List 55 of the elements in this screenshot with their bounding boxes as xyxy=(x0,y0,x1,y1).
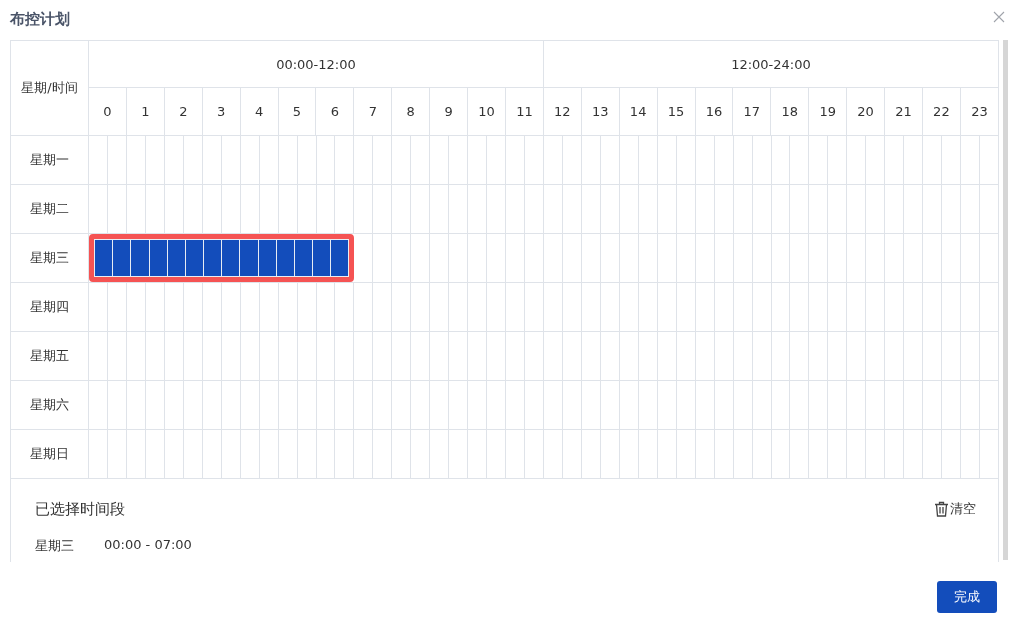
header-cell: 23 xyxy=(960,87,999,136)
header-cell: 8 xyxy=(391,87,430,136)
time-slot[interactable] xyxy=(95,240,113,276)
header-cell: 10 xyxy=(467,87,506,136)
day-label: 星期五 xyxy=(30,347,69,365)
header-cell: 12 xyxy=(543,87,582,136)
header-cell: 5 xyxy=(278,87,316,136)
time-slot[interactable] xyxy=(331,240,349,276)
header-cell: 0 xyxy=(88,87,127,136)
header-cell: 12:00-24:00 xyxy=(543,40,999,88)
header-cell: 7 xyxy=(353,87,392,136)
time-slot[interactable] xyxy=(313,240,331,276)
header-cell: 16 xyxy=(695,87,733,136)
scrollbar[interactable] xyxy=(1003,40,1008,560)
header-cell: 17 xyxy=(732,87,771,136)
header-cell: 13 xyxy=(581,87,620,136)
panel-title: 已选择时间段 xyxy=(35,499,125,519)
header-cell: 20 xyxy=(846,87,885,136)
entry-day: 星期三 xyxy=(35,537,74,555)
time-slot[interactable] xyxy=(113,240,131,276)
day-label: 星期四 xyxy=(30,298,69,316)
header-cell: 1 xyxy=(126,87,165,136)
close-icon[interactable] xyxy=(993,11,1005,23)
header-cell: 9 xyxy=(429,87,468,136)
time-slot[interactable] xyxy=(167,240,185,276)
header-cell: 星期/时间 xyxy=(10,40,89,136)
time-slot[interactable] xyxy=(149,240,167,276)
header-cell: 18 xyxy=(770,87,809,136)
header-cell: 22 xyxy=(922,87,961,136)
header-cell: 4 xyxy=(240,87,279,136)
header-cell: 00:00-12:00 xyxy=(88,40,544,88)
header-cell: 3 xyxy=(202,87,241,136)
header-cell: 19 xyxy=(808,87,847,136)
header-cell: 15 xyxy=(657,87,695,136)
clear-button[interactable]: 清空 xyxy=(934,500,976,518)
time-slot[interactable] xyxy=(294,240,313,276)
time-slot[interactable] xyxy=(204,240,222,276)
header-cell: 21 xyxy=(884,87,923,136)
dialog-title: 布控计划 xyxy=(10,9,70,29)
time-slot[interactable] xyxy=(258,240,276,276)
day-label: 星期二 xyxy=(30,200,69,218)
trash-icon xyxy=(934,501,949,517)
entry-time-range: 00:00 - 07:00 xyxy=(104,537,192,554)
header-cell: 11 xyxy=(505,87,544,136)
time-slot[interactable] xyxy=(185,240,204,276)
header-cell: 14 xyxy=(619,87,658,136)
day-label: 星期三 xyxy=(30,249,69,267)
day-label: 星期一 xyxy=(30,151,69,169)
header-cell: 2 xyxy=(164,87,203,136)
day-label: 星期日 xyxy=(30,445,69,463)
time-slot[interactable] xyxy=(276,240,294,276)
done-button[interactable]: 完成 xyxy=(937,581,997,613)
header-cell: 6 xyxy=(315,87,354,136)
time-slot[interactable] xyxy=(222,240,240,276)
day-label: 星期六 xyxy=(30,396,69,414)
